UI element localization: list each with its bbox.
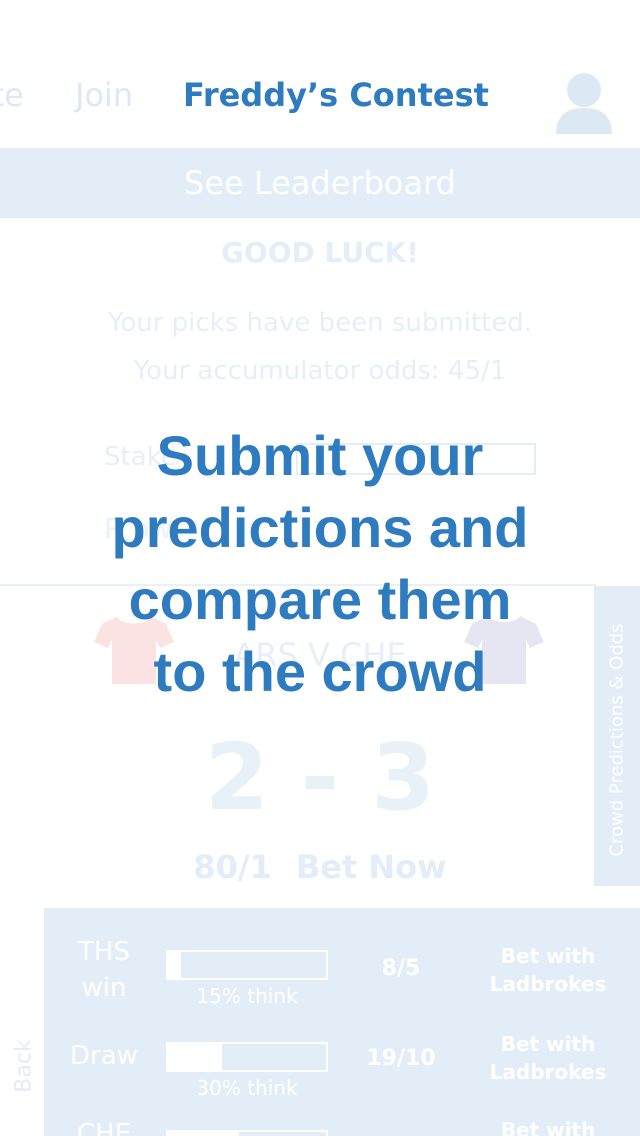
headline-line: Submit your [156,424,484,487]
predicted-score: 2 - 3 [204,724,436,831]
bet-with-ladbrokes-button[interactable]: Bet with [476,1116,620,1136]
crowd-row: THS win 15% think 8/5 Bet with Ladbrokes [44,920,640,1010]
see-leaderboard-button[interactable]: See Leaderboard [0,148,640,218]
accumulator-odds-text: Your accumulator odds: 45/1 [133,356,507,386]
onboarding-headline: Submit your predictions and compare them… [0,420,640,708]
contest-title: Freddy’s Contest [183,76,489,114]
headline-line: compare them [128,568,512,631]
outcome-label: CHE [76,1119,132,1136]
headline-line: to the crowd [153,640,487,703]
crowd-row: CHE Bet with [44,1100,640,1136]
match-odds-line: 80/1 Bet Now [0,848,640,886]
bet-now-link[interactable]: Bet Now [296,848,447,886]
crowd-percent-text: 30% think [196,1076,298,1100]
crowd-bar [166,1130,328,1136]
outcome-odds: 19/10 [366,1046,436,1071]
crowd-bar [166,950,328,980]
outcome-odds: 8/5 [381,956,421,981]
picks-submitted-text: Your picks have been submitted. [107,308,533,338]
outcome-label: THS win [78,937,130,1003]
crowd-bar-fill [168,1132,240,1136]
match-odds: 80/1 [193,848,272,886]
see-leaderboard-label: See Leaderboard [184,164,456,202]
bet-with-ladbrokes-button[interactable]: Bet with Ladbrokes [476,942,620,998]
crowd-bar-fill [168,952,181,978]
crowd-row: Draw 30% think 19/10 Bet with Ladbrokes [44,1010,640,1100]
back-button[interactable]: Back [12,1039,37,1092]
user-avatar-icon[interactable] [554,70,614,134]
outcome-label: Draw [70,1041,138,1071]
top-nav: ate Join Freddy’s Contest [0,0,640,148]
crowd-bar-fill [168,1044,222,1070]
headline-line: predictions and [111,496,529,559]
crowd-percent-text: 15% think [196,984,298,1008]
screen: ate Join Freddy’s Contest See Leaderboar… [0,0,640,1136]
nav-tab-create[interactable]: ate [0,76,24,114]
bet-with-ladbrokes-button[interactable]: Bet with Ladbrokes [476,1030,620,1086]
good-luck-heading: GOOD LUCK! [220,236,420,269]
nav-tab-join[interactable]: Join [75,76,133,114]
crowd-bar [166,1042,328,1072]
